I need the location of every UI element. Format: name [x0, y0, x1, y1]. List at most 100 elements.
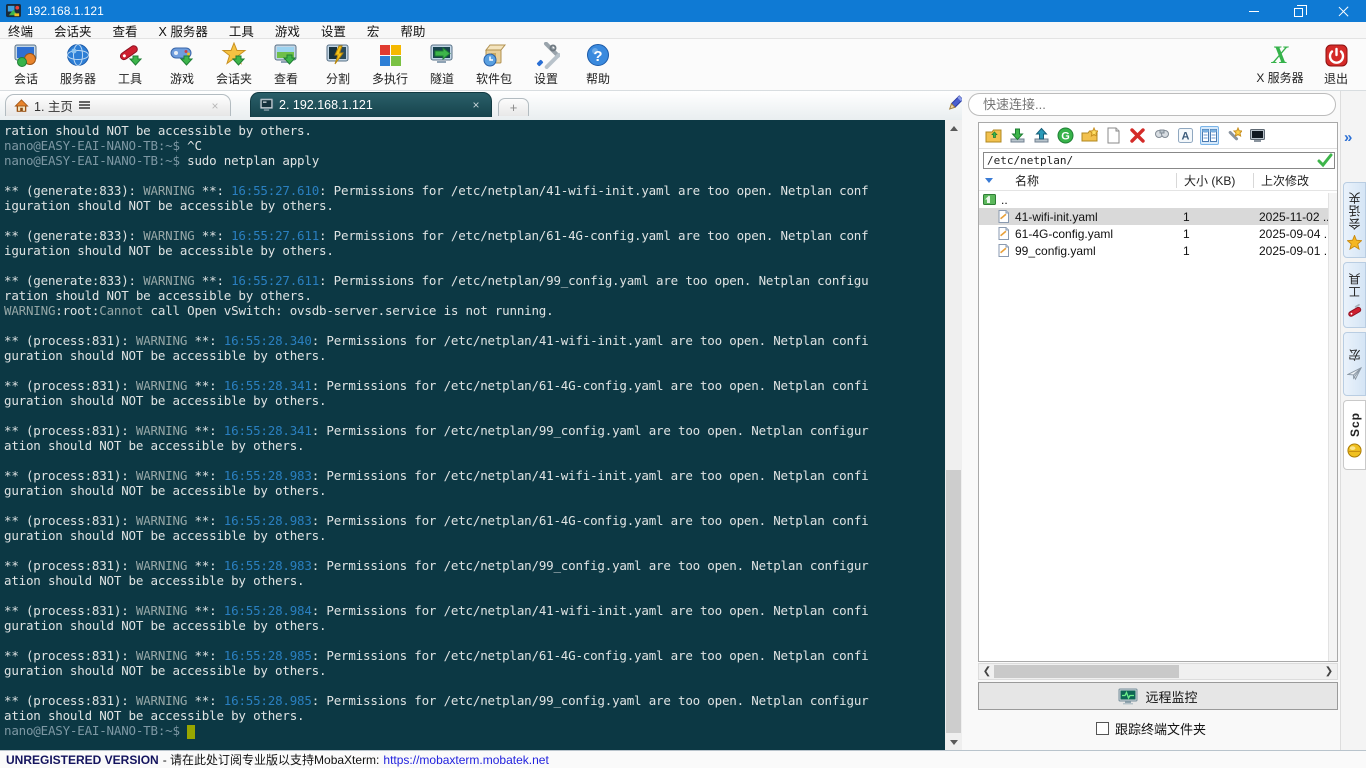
sessions-icon: [14, 44, 36, 67]
scroll-down-icon[interactable]: [945, 734, 962, 750]
delete-icon[interactable]: [1128, 126, 1147, 145]
new-folder-icon[interactable]: [1080, 126, 1099, 145]
menu-xserver[interactable]: X 服务器: [159, 21, 208, 40]
svg-text:A: A: [1182, 131, 1190, 143]
file-list-header[interactable]: 名称 大小 (KB) 上次修改: [979, 171, 1337, 191]
menu-sessions[interactable]: 会话夹: [54, 21, 92, 40]
quick-connect-input[interactable]: [968, 93, 1336, 116]
toolbar-tools-button[interactable]: 工具: [104, 41, 156, 89]
toolbar-settings-label: 设置: [533, 72, 558, 86]
sftp-browser: G A 名称 大小 (KB) 上次修改 ..: [978, 122, 1338, 662]
download-icon[interactable]: [1008, 126, 1027, 145]
file-name: 99_config.yaml: [1015, 243, 1096, 258]
status-note: - 请在此处订阅专业版以支持MobaXterm:: [162, 753, 380, 767]
toolbar-servers-button[interactable]: 服务器: [52, 41, 104, 89]
remote-monitoring-icon: [1118, 688, 1138, 704]
scroll-left-icon[interactable]: ❮: [979, 664, 995, 679]
terminal-line: ** (process:831): WARNING **: 16:55:28.9…: [4, 468, 869, 483]
side-tab-scp[interactable]: Scp: [1343, 400, 1366, 470]
toolbar-tunnel-button[interactable]: 隧道: [416, 41, 468, 89]
menu-bar: 终端 会话夹 查看 X 服务器 工具 游戏 设置 宏 帮助: [0, 22, 1366, 39]
terminal-line: ** (process:831): WARNING **: 16:55:28.9…: [4, 513, 869, 528]
toolbar-split-button[interactable]: 分割: [312, 41, 364, 89]
sftp-horizontal-scrollbar[interactable]: ❮ ❯: [978, 663, 1338, 680]
minimize-button[interactable]: [1231, 0, 1276, 22]
path-input[interactable]: [983, 151, 1335, 169]
side-tab-macros[interactable]: 宏: [1343, 332, 1366, 396]
column-modified[interactable]: 上次修改: [1261, 172, 1309, 189]
toolbar-xserver-button[interactable]: X X 服务器: [1248, 41, 1312, 89]
refresh-icon[interactable]: G: [1056, 126, 1075, 145]
tab-home[interactable]: 1. 主页 ×: [5, 94, 231, 116]
encoding-icon[interactable]: A: [1176, 126, 1195, 145]
toolbar-session-button[interactable]: 会话: [0, 41, 52, 89]
side-tab-sessions-label: 会话夹: [1348, 190, 1362, 230]
menu-games[interactable]: 游戏: [275, 21, 300, 40]
toolbar-games-button[interactable]: 游戏: [156, 41, 208, 89]
parent-dir-icon[interactable]: [984, 126, 1003, 145]
tunnel-icon: [430, 44, 452, 63]
terminal-line: ** (process:831): WARNING **: 16:55:28.3…: [4, 423, 869, 438]
file-row-41-wifi[interactable]: 41-wifi-init.yaml 1 2025-11-02 ...: [979, 208, 1337, 225]
tab-active-close-icon[interactable]: ×: [469, 98, 483, 112]
toolbar-help-button[interactable]: ? 帮助: [572, 41, 624, 89]
tab-home-label: 1. 主页: [34, 100, 73, 114]
maximize-button[interactable]: [1276, 0, 1321, 22]
split-icon: [326, 44, 348, 65]
file-row-61-4g[interactable]: 61-4G-config.yaml 1 2025-09-04 ...: [979, 225, 1337, 242]
find-icon[interactable]: [1152, 126, 1171, 145]
side-tab-sessions[interactable]: 会话夹: [1343, 182, 1366, 258]
swiss-knife-icon: [1348, 303, 1362, 317]
remote-monitoring-button[interactable]: 远程监控: [978, 682, 1338, 710]
toolbar-multiexec-button[interactable]: 多执行: [364, 41, 416, 89]
sftp-hscroll-thumb[interactable]: [994, 665, 1179, 678]
maximize-icon: [1294, 4, 1307, 17]
toolbar-view-button[interactable]: 查看: [260, 41, 312, 89]
file-row-99-config[interactable]: 99_config.yaml 1 2025-09-01 ...: [979, 242, 1337, 259]
scroll-up-icon[interactable]: [945, 120, 962, 136]
toolbar-exit-button[interactable]: 退出: [1312, 41, 1360, 89]
scroll-right-icon[interactable]: ❯: [1321, 664, 1337, 679]
file-list-scrollbar[interactable]: [1328, 193, 1337, 661]
side-tab-tools[interactable]: 工具: [1343, 262, 1366, 328]
toolbar-sessions-folder-button[interactable]: 会话夹: [208, 41, 260, 89]
toolbar-packages-button[interactable]: 软件包: [468, 41, 520, 89]
close-button[interactable]: [1321, 0, 1366, 22]
menu-help[interactable]: 帮助: [400, 21, 425, 40]
tab-home-close-icon[interactable]: ×: [208, 99, 222, 113]
column-name[interactable]: 名称: [1015, 172, 1039, 189]
follow-terminal-label: 跟踪终端文件夹: [1114, 722, 1206, 737]
expand-sidebar-button[interactable]: »: [1344, 129, 1352, 146]
menu-tools[interactable]: 工具: [229, 21, 254, 40]
upload-icon[interactable]: [1032, 126, 1051, 145]
toolbar-settings-button[interactable]: 设置: [520, 41, 572, 89]
terminal-output[interactable]: ration should NOT be accessible by other…: [0, 120, 945, 750]
updir-label: ..: [1001, 192, 1008, 207]
terminal-sync-icon[interactable]: [1248, 126, 1267, 145]
column-size[interactable]: 大小 (KB): [1184, 172, 1235, 189]
terminal-scrollbar[interactable]: [945, 120, 962, 750]
follow-terminal-checkbox[interactable]: [1095, 722, 1109, 735]
menu-view[interactable]: 查看: [113, 21, 138, 40]
tab-active-session[interactable]: 2. 192.168.1.121 ×: [250, 92, 492, 117]
menu-terminal[interactable]: 终端: [8, 21, 33, 40]
list-view-icon[interactable]: [1200, 126, 1219, 145]
file-row-updir[interactable]: ..: [979, 191, 1337, 208]
terminal-line: ration should NOT be accessible by other…: [4, 123, 312, 138]
status-link[interactable]: https://mobaxterm.mobatek.net: [383, 753, 548, 767]
new-file-icon[interactable]: [1104, 126, 1123, 145]
terminal-line: guration should NOT be accessible by oth…: [4, 348, 327, 363]
terminal-scrollbar-thumb[interactable]: [946, 470, 961, 733]
new-tab-button[interactable]: +: [498, 98, 529, 116]
path-confirm-icon[interactable]: [1317, 152, 1333, 168]
wizard-icon[interactable]: [1224, 126, 1243, 145]
tab-menu-icon[interactable]: [78, 101, 90, 110]
terminal-line: guration should NOT be accessible by oth…: [4, 618, 327, 633]
menu-macros[interactable]: 宏: [367, 21, 380, 40]
terminal-line: ** (process:831): WARNING **: 16:55:28.9…: [4, 558, 869, 573]
menu-settings[interactable]: 设置: [321, 21, 346, 40]
filter-dropdown-icon[interactable]: [985, 178, 993, 183]
